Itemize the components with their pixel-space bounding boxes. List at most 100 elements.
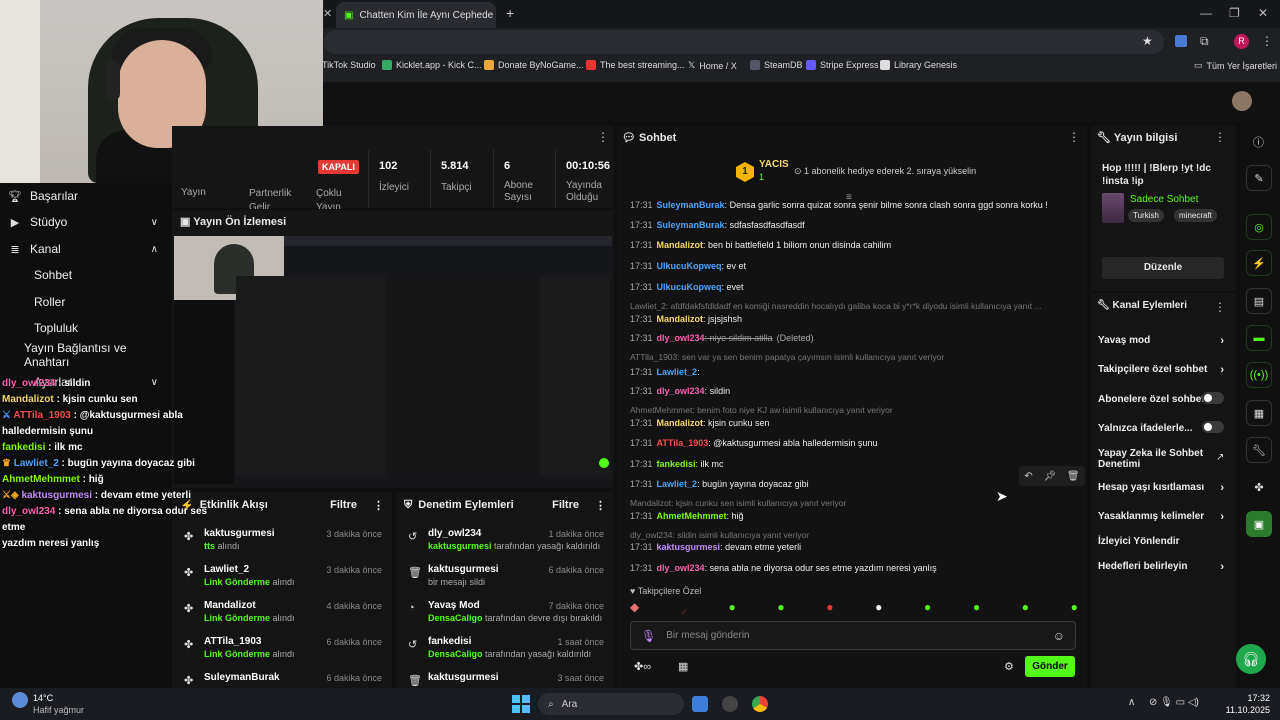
kick-points-icon[interactable]: ✤∞ (634, 660, 651, 673)
more-icon[interactable]: ⋮ (1214, 300, 1226, 314)
bookmark-steamdb[interactable]: SteamDB (750, 60, 803, 70)
new-tab-icon[interactable]: + (506, 5, 514, 21)
star-icon[interactable]: ★ (1142, 34, 1153, 48)
message-user[interactable]: UlkucuKopweq (657, 261, 722, 271)
address-bar[interactable] (324, 30, 1164, 54)
more-icon[interactable]: ⋮ (1214, 130, 1226, 144)
chat-message[interactable]: 17:31 kaktusgurmesi: devam etme yeterli (630, 542, 801, 552)
sidebar-item-community[interactable]: Topluluk (0, 315, 172, 341)
support-icon[interactable]: 🎧︎ (1236, 644, 1266, 674)
emote-icon[interactable]: ● (826, 600, 833, 616)
emote-icon[interactable]: ● (777, 600, 784, 616)
sidebar-item-chat[interactable]: Sohbet (0, 262, 172, 288)
goals-row[interactable]: Hedefleri belirleyin › (1098, 561, 1230, 573)
chat-message[interactable]: 17:31 AhmetMehmmet: hiğ (630, 511, 744, 521)
message-user[interactable]: SuleymanBurak (657, 220, 725, 230)
tray-icons[interactable]: ⊘ 🎙︎ ▭ ◁) (1149, 697, 1199, 708)
chat-message[interactable]: 17:31 SuleymanBurak: Densa garlic sonra q… (630, 200, 1048, 210)
calendar-icon[interactable]: ▦ (1246, 400, 1272, 426)
chat-message[interactable]: 17:31 UlkucuKopweq: ev et (630, 261, 746, 271)
chat-message[interactable]: 17:31 dly_owl234: niye sildim atilla (Dele… (630, 333, 814, 343)
sidebar-item-stream-key[interactable]: Yayın Bağlantısı ve Anahtarı (0, 341, 172, 369)
sidebar-item-channel[interactable]: ≣ Kanal ∧ (0, 236, 172, 262)
message-user[interactable]: dly_owl234 (657, 563, 705, 573)
menu-icon[interactable]: ⋮ (1261, 34, 1273, 48)
message-user[interactable]: kaktusgurmesi (657, 542, 721, 552)
sidebar-item-achievements[interactable]: 🏆︎ Başarılar (0, 183, 172, 209)
more-icon[interactable]: ⋮ (595, 499, 606, 512)
chrome-icon[interactable] (752, 696, 768, 712)
message-user[interactable]: Mandalizot (657, 418, 704, 428)
emoji-icon[interactable]: ☺ (1053, 629, 1065, 643)
message-user[interactable]: fankedisi (657, 459, 696, 469)
lightning-icon[interactable]: ⚡ (1246, 250, 1272, 276)
extensions-icon[interactable]: ⧉ (1200, 34, 1209, 49)
reply-icon[interactable]: ↶ (1024, 471, 1032, 482)
bookmark-libgen[interactable]: Library Genesis (880, 60, 957, 70)
info-icon[interactable]: ⓘ (1253, 134, 1264, 150)
taskbar-search[interactable]: ⌕ Ara (538, 693, 684, 715)
subscribers-only-row[interactable]: Abonelere özel sohbet (1098, 392, 1230, 405)
more-icon[interactable]: ⋮ (1068, 130, 1080, 144)
tray-chevron-icon[interactable]: ∧ (1128, 697, 1135, 708)
edit-icon[interactable]: ✎ (1246, 165, 1272, 191)
chat-message[interactable]: 17:31 Mandalizot: kjsin cunku sen (630, 418, 770, 428)
emote-icon[interactable]: ● (924, 600, 931, 616)
message-user[interactable]: dly_owl234 (657, 333, 705, 343)
chat-message[interactable]: 17:31 Lawliet_2: bugün yayına doyacaz gib… (630, 479, 809, 489)
send-button[interactable]: Gönder (1025, 656, 1075, 677)
account-age-row[interactable]: Hesap yaşı kısıtlaması › (1098, 482, 1230, 494)
emote-icon[interactable]: ● (875, 600, 882, 616)
stream-preview-video[interactable] (174, 236, 612, 484)
all-bookmarks[interactable]: ▭ Tüm Yer İşaretleri (1194, 60, 1277, 71)
close-window-icon[interactable]: ✕ (1258, 6, 1268, 20)
more-icon[interactable]: ⋮ (597, 130, 609, 144)
emote-only-row[interactable]: Yalnızca ifadelerle... (1098, 421, 1230, 434)
sidebar-item-roles[interactable]: Roller (0, 289, 172, 315)
pin-icon[interactable]: 📌︎ (1043, 471, 1056, 482)
chat-message[interactable]: 17:31 dly_owl234: sena abla ne diyorsa od… (630, 563, 937, 573)
translate-icon[interactable] (1175, 35, 1187, 47)
filter-button[interactable]: Filtre (330, 499, 357, 511)
ai-moderation-row[interactable]: Yapay Zeka ile Sohbet Denetimi (1098, 448, 1208, 470)
chat-message[interactable]: 17:31 dly_owl234: sildin (630, 386, 730, 396)
store-icon[interactable]: ▦ (678, 660, 688, 673)
message-user[interactable]: Mandalizot (657, 240, 704, 250)
emote-icon[interactable]: ● (729, 600, 736, 616)
chat-input[interactable]: 🎙︎ Bir mesaj gönderin ☺ (630, 621, 1076, 650)
message-user[interactable]: UlkucuKopweq (657, 282, 722, 292)
bookmark-tiktok[interactable]: TikTok Studio (322, 60, 376, 70)
filter-button[interactable]: Filtre (552, 499, 579, 511)
bookmark-donate[interactable]: Donate ByNoGame... (484, 60, 584, 70)
chat-message[interactable]: 17:31 fankedisi: ilk mc (630, 459, 724, 469)
tools-icon[interactable]: 🔧︎ (1246, 437, 1272, 463)
message-user[interactable]: dly_owl234 (657, 386, 705, 396)
external-link-icon[interactable]: ↗ (1216, 452, 1224, 463)
minimize-icon[interactable]: — (1200, 6, 1212, 20)
subscribers-only-toggle[interactable] (1202, 392, 1224, 404)
message-user[interactable]: Lawliet_2 (657, 367, 698, 377)
windows-start-icon[interactable] (512, 695, 530, 713)
bookmark-kicklet[interactable]: Kicklet.app - Kick C... (382, 60, 482, 70)
chat-message[interactable]: 17:31 ATTila_1903: @kaktusgurmesi abla ha… (630, 438, 877, 448)
sidebar-item-studio[interactable]: ▶ Stüdyo ∨ (0, 209, 172, 235)
chat-message[interactable]: 17:31 Mandalizot: jsjsjshsh (630, 314, 742, 324)
chat-message[interactable]: 17:31 Mandalizot: ben bi battlefield 1 bi… (630, 240, 891, 250)
close-tab-icon[interactable]: ✕ (323, 7, 332, 20)
gear-icon[interactable]: ⚙ (1004, 660, 1014, 673)
raid-row[interactable]: İzleyici Yönlendir (1098, 536, 1230, 547)
emote-icon[interactable]: ◆ (630, 600, 639, 616)
taskbar-app-icon[interactable] (692, 696, 708, 712)
profile-avatar[interactable]: R (1234, 34, 1249, 49)
bookmark-streaming[interactable]: The best streaming... (586, 60, 685, 70)
kick-icon[interactable]: ✤ (1246, 474, 1272, 500)
message-user[interactable]: Mandalizot (657, 314, 704, 324)
message-user[interactable]: AhmetMehmmet (657, 511, 727, 521)
emote-icon[interactable]: ● (1022, 600, 1029, 616)
chat-message[interactable]: 17:31 Lawliet_2: (630, 367, 700, 377)
message-user[interactable]: SuleymanBurak (657, 200, 725, 210)
edit-button[interactable]: Düzenle (1102, 257, 1224, 279)
message-user[interactable]: Lawliet_2 (657, 479, 698, 489)
tab-active[interactable]: ▣Chatten Kim İle Aynı Cephede✕ (336, 2, 496, 28)
user-avatar[interactable] (1232, 91, 1252, 111)
